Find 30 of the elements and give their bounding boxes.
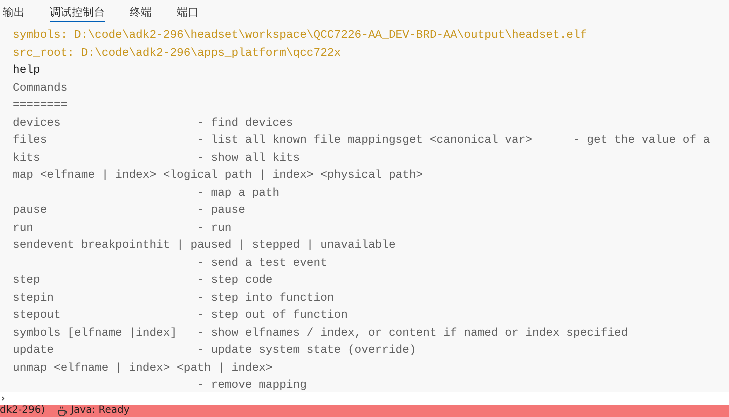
cup-icon: [57, 406, 68, 416]
console-line: devices - find devices: [13, 116, 294, 132]
console-line: run - run: [13, 222, 233, 236]
console-line: src_root: D:\code\adk2-296\apps_platform\qcc722x: [13, 46, 342, 62]
console-line: kits - show all kits: [13, 152, 302, 166]
console-line: files - list all known file mappingsget <canonical var> - get the value of a: [13, 134, 712, 149]
console-line: symbols: D:\code\adk2-296\headset\workspace\QCC7226-AA_DEV-BRD-AA\output\headset.elf: [13, 28, 588, 44]
console-line: - remove mapping: [196, 378, 308, 392]
console-line: update - update system state (override): [13, 344, 418, 359]
console-line: Commands: [13, 82, 69, 96]
panel-tab[interactable]: 终端: [130, 0, 152, 22]
panel-tab[interactable]: 端口: [177, 0, 199, 22]
console-line: stepout - step out of function: [13, 308, 349, 324]
console-line: map <elfname | index> <logical path | index> <physical path>: [13, 168, 424, 184]
console-line: stepin - step into function: [13, 292, 336, 306]
console-line: sendevent breakpointhit | paused | stepped | unavailable: [13, 238, 397, 254]
console-line: pause - pause: [13, 204, 246, 219]
console-line: step - step code: [13, 274, 274, 289]
console-line: - map a path: [196, 186, 281, 202]
panel-tab[interactable]: 输出: [3, 0, 25, 22]
console-line: symbols [elfname |index] - show elfnames / index, or content if named or index specified: [13, 326, 630, 342]
panel-tab[interactable]: 调试控制台: [50, 0, 105, 22]
console-line: unmap <elfname | index> <path | index>: [13, 362, 274, 376]
status-item[interactable]: dk2-296): [0, 405, 46, 417]
console-line: help: [13, 64, 42, 79]
status-item[interactable]: Java: Ready: [71, 405, 130, 417]
console-line: - send a test event: [196, 256, 328, 272]
console-input-field[interactable]: ›: [0, 392, 729, 405]
console-line: ========: [13, 99, 69, 114]
prompt-text: ›: [0, 392, 6, 404]
